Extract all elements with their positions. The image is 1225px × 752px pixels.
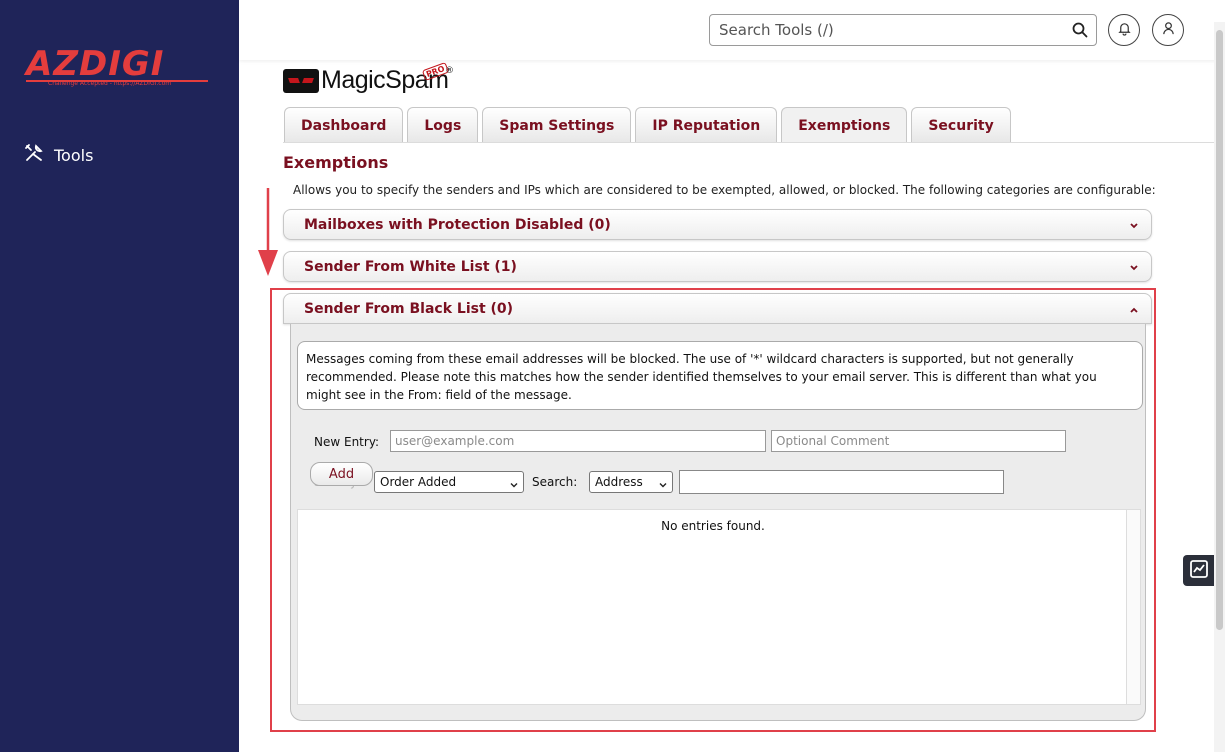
topbar [239, 0, 1225, 60]
accordion-label: Sender From White List (1) [304, 258, 517, 275]
tab-spam-settings[interactable]: Spam Settings [482, 107, 632, 143]
chevron-down-icon [1129, 261, 1139, 271]
page-scrollbar[interactable] [1214, 22, 1225, 752]
tabs: Dashboard Logs Spam Settings IP Reputati… [284, 107, 1011, 143]
tools-search [709, 14, 1097, 46]
search-field-value: Address [595, 475, 643, 489]
main-content: MagicSpam PRO ® Dashboard Logs Spam Sett… [263, 60, 1214, 752]
list-scrollbar[interactable] [1126, 510, 1140, 704]
section-description: Allows you to specify the senders and IP… [293, 183, 1156, 197]
scrollbar-thumb[interactable] [1216, 30, 1223, 630]
user-menu-button[interactable] [1152, 14, 1184, 46]
logo-text: AZDIGI [26, 44, 165, 84]
tab-dashboard[interactable]: Dashboard [284, 107, 404, 143]
new-entry-label: New Entry: [314, 435, 380, 449]
chevron-down-icon [659, 478, 667, 488]
chevron-up-icon [1129, 303, 1139, 313]
new-entry-input[interactable] [390, 430, 766, 452]
user-icon [1161, 21, 1176, 40]
black-list-note: Messages coming from these email address… [297, 341, 1143, 410]
brand-registered: ® [445, 66, 454, 76]
search-icon[interactable] [1072, 22, 1088, 38]
empty-message: No entries found. [661, 519, 765, 533]
sidebar-item-tools[interactable]: Tools [24, 143, 93, 167]
accordion-label: Sender From Black List (0) [304, 300, 514, 317]
chevron-down-icon [1129, 219, 1139, 229]
comment-input[interactable] [771, 430, 1066, 452]
search-field-select[interactable]: Address [589, 471, 673, 493]
tab-exemptions[interactable]: Exemptions [781, 107, 908, 143]
sort-select-value: Order Added [380, 475, 457, 489]
accordion-white-list[interactable]: Sender From White List (1) [283, 251, 1152, 282]
magicspam-mask-icon [283, 68, 319, 93]
entries-list: No entries found. [297, 509, 1141, 705]
accordion-black-list[interactable]: Sender From Black List (0) [283, 293, 1152, 324]
add-button[interactable]: Add [310, 462, 373, 486]
sidebar: AZDIGI Challenge Accepted - https://AZDI… [0, 0, 239, 752]
search-label: Search: [532, 475, 578, 489]
sidebar-item-label: Tools [54, 145, 94, 165]
logo-tagline: Challenge Accepted - https://AZDIGI.com [48, 80, 172, 87]
tools-icon [24, 143, 44, 167]
notifications-button[interactable] [1108, 14, 1140, 46]
section-title: Exemptions [283, 153, 389, 172]
magicspam-logo: MagicSpam PRO ® [283, 62, 454, 95]
tab-logs[interactable]: Logs [407, 107, 479, 143]
sort-select[interactable]: Order Added [374, 471, 524, 493]
accordion-mailboxes-disabled[interactable]: Mailboxes with Protection Disabled (0) [283, 209, 1152, 240]
tools-search-input[interactable] [710, 15, 1050, 45]
bell-icon [1117, 21, 1132, 40]
accordion-label: Mailboxes with Protection Disabled (0) [304, 216, 611, 233]
chevron-down-icon [510, 478, 518, 488]
entry-search-input[interactable] [679, 470, 1004, 494]
tab-ip-reputation[interactable]: IP Reputation [635, 107, 778, 143]
tab-security[interactable]: Security [911, 107, 1011, 143]
azdigi-logo[interactable]: AZDIGI Challenge Accepted - https://AZDI… [26, 44, 216, 92]
tabs-divider [283, 142, 1214, 143]
black-list-panel: Messages coming from these email address… [290, 324, 1146, 721]
